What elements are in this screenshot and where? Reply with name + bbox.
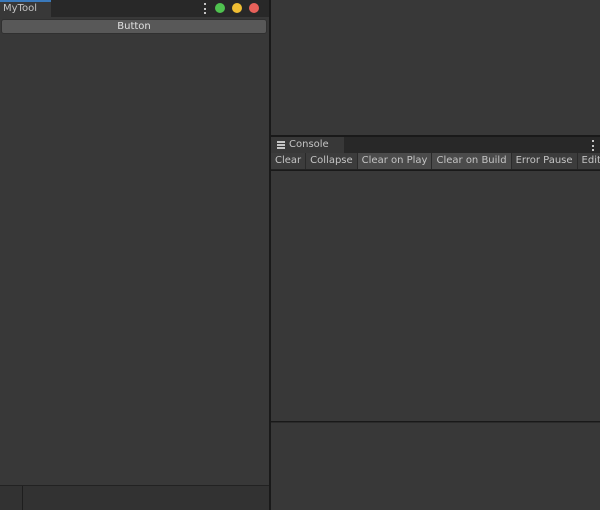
clear-on-build-toggle[interactable]: Clear on Build (432, 153, 512, 169)
editor-dropdown[interactable]: Editor▼ (578, 153, 600, 169)
console-detail-pane[interactable] (271, 422, 600, 510)
clear-on-play-toggle[interactable]: Clear on Play (357, 153, 433, 169)
console-tab-label: Console (289, 139, 329, 150)
clear-button[interactable]: Clear (271, 153, 307, 169)
minimize-button[interactable] (232, 3, 242, 13)
collapse-toggle[interactable]: Collapse (306, 153, 358, 169)
status-bar (0, 485, 269, 510)
error-pause-toggle[interactable]: Error Pause (512, 153, 578, 169)
console-more-options-icon[interactable] (592, 140, 595, 151)
editor-dropdown-label: Editor (581, 155, 600, 166)
tab-console[interactable]: Console (271, 137, 344, 153)
empty-panel (271, 0, 600, 135)
button[interactable]: Button (1, 19, 267, 34)
more-options-icon[interactable] (204, 3, 207, 14)
console-log-list[interactable] (271, 171, 600, 421)
console-list-icon (277, 141, 285, 149)
tab-mytool[interactable]: MyTool (0, 0, 51, 17)
maximize-button[interactable] (215, 3, 225, 13)
divider (22, 486, 23, 510)
close-button[interactable] (249, 3, 259, 13)
console-toolbar: Clear Collapse Clear on Play Clear on Bu… (271, 153, 600, 170)
mytool-window (0, 0, 269, 485)
